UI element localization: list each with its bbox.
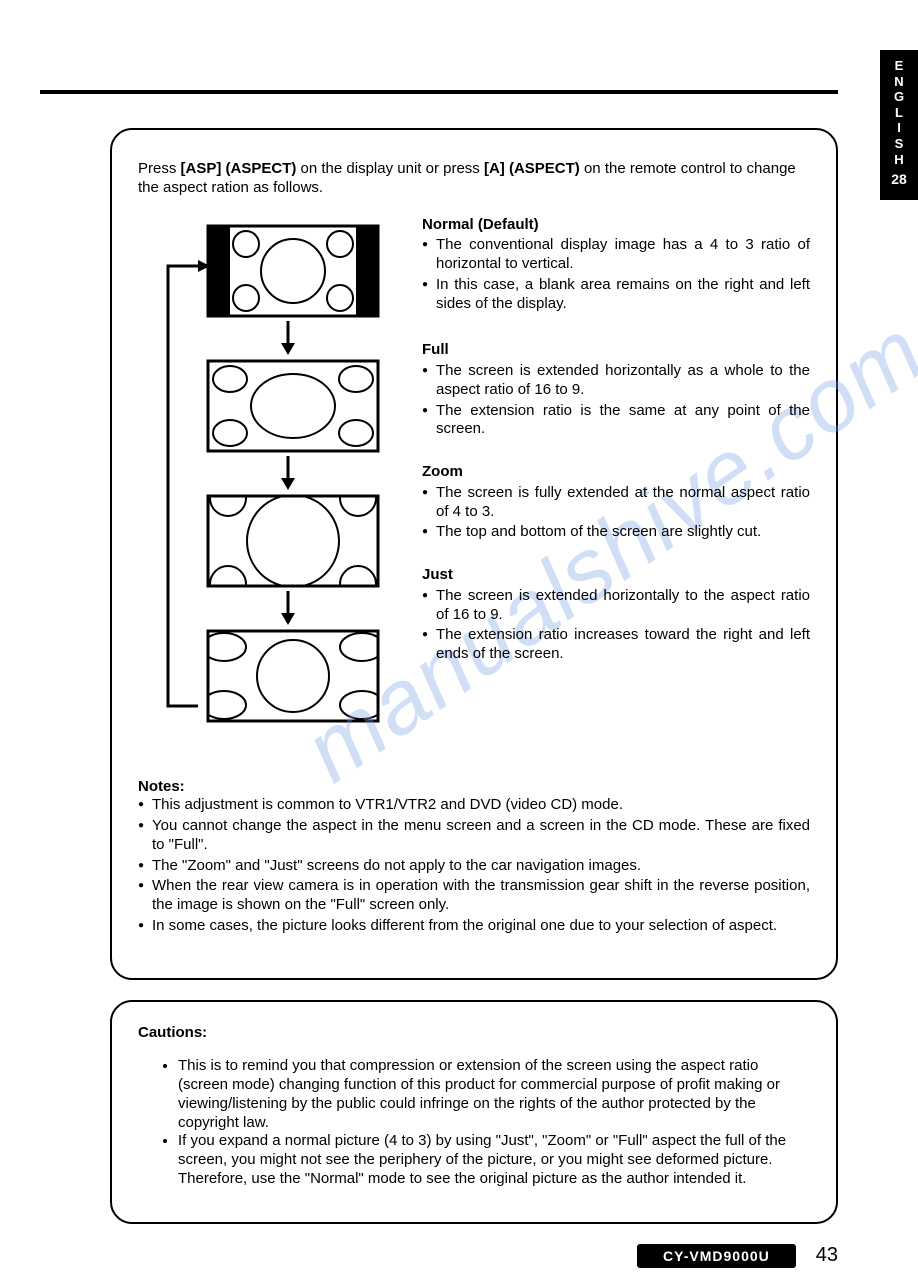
note-item: When the rear view camera is in operatio… [138,877,810,915]
page: E N G L I S H 28 manualshive.com Press [… [0,0,918,1288]
notes-list: This adjustment is common to VTR1/VTR2 a… [138,796,810,935]
mode-title: Zoom [422,463,810,482]
tab-letter: I [897,120,901,135]
mode-list: The conventional display image has a 4 t… [422,236,810,313]
mode-list: The screen is extended horizontally to t… [422,587,810,664]
note-item: This adjustment is common to VTR1/VTR2 a… [138,796,810,815]
mode-item: The top and bottom of the screen are sli… [422,523,810,542]
notes-title: Notes: [138,778,810,797]
note-item: You cannot change the aspect in the menu… [138,817,810,855]
mode-item: The screen is extended horizontally to t… [422,587,810,625]
mode-item: The conventional display image has a 4 t… [422,236,810,274]
intro-text: Press [ASP] (ASPECT) on the display unit… [138,160,810,198]
horizontal-rule [40,90,838,94]
mode-item: The screen is extended horizontally as a… [422,362,810,400]
aspect-diagram-svg [138,216,398,756]
intro-button1: [ASP] (ASPECT) [181,160,297,177]
intro-prefix: Press [138,160,181,177]
mode-item: The screen is fully extended at the norm… [422,484,810,522]
tab-letter: H [894,152,903,167]
model-plate: CY-VMD9000U [637,1244,796,1268]
mode-list: The screen is fully extended at the norm… [422,484,810,542]
caution-item: This is to remind you that compression o… [178,1057,810,1132]
page-number: 43 [816,1244,838,1267]
note-item: The "Zoom" and "Just" screens do not app… [138,857,810,876]
cautions-title: Cautions: [138,1024,810,1043]
mode-item: In this case, a blank area remains on th… [422,276,810,314]
mode-title: Just [422,566,810,585]
note-item: In some cases, the picture looks differe… [138,917,810,936]
mode-title: Full [422,341,810,360]
tab-letter: L [895,105,903,120]
intro-button2: [A] (ASPECT) [484,160,580,177]
notes-section: Notes: This adjustment is common to VTR1… [138,778,810,936]
caution-item: If you expand a normal picture (4 to 3) … [178,1132,810,1188]
tab-letter: S [895,136,904,151]
descriptions: Normal (Default) The conventional displa… [422,216,810,682]
content-row: Normal (Default) The conventional displa… [138,216,810,756]
mode-item: The extension ratio increases toward the… [422,626,810,664]
cautions-list: This is to remind you that compression o… [138,1057,810,1188]
tab-letter: N [894,74,903,89]
cautions-box: Cautions: This is to remind you that com… [110,1000,838,1224]
footer: CY-VMD9000U 43 [40,1244,838,1268]
aspect-box: Press [ASP] (ASPECT) on the display unit… [110,128,838,980]
mode-item: The extension ratio is the same at any p… [422,402,810,440]
intro-mid: on the display unit or press [296,160,484,177]
diagram-column [138,216,398,756]
mode-list: The screen is extended horizontally as a… [422,362,810,439]
tab-letter: G [894,89,904,104]
tab-number: 28 [880,171,918,188]
mode-title: Normal (Default) [422,216,810,235]
language-tab: E N G L I S H 28 [880,50,918,200]
tab-letter: E [895,58,904,73]
